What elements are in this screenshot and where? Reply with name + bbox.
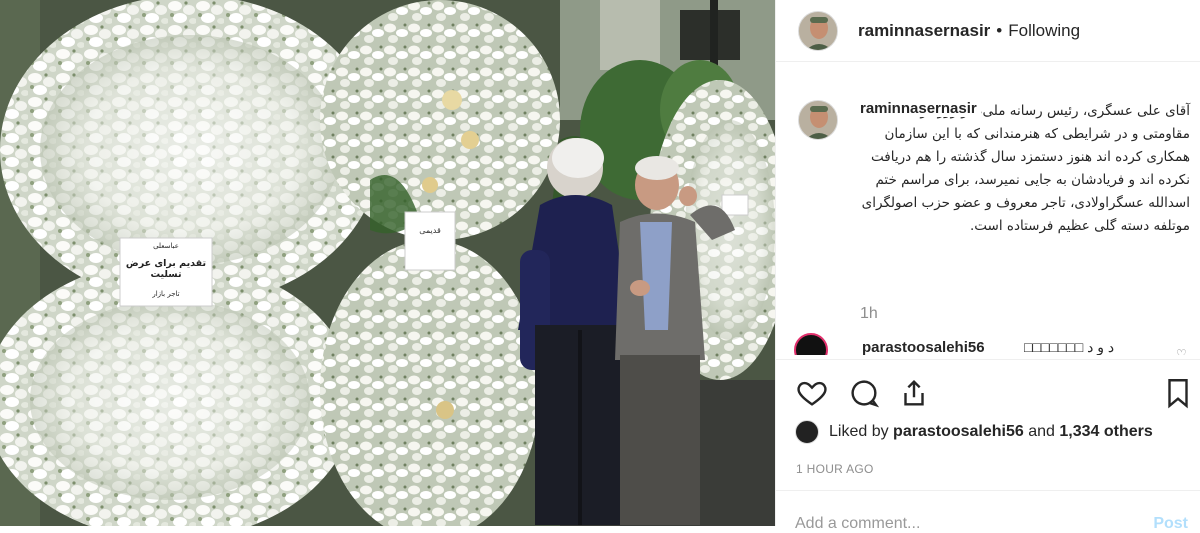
caption-avatar-image: [799, 101, 837, 139]
likes-prefix: Liked by: [829, 423, 894, 440]
heart-icon[interactable]: [795, 376, 829, 410]
commenter-avatar[interactable]: [794, 333, 828, 355]
following-button[interactable]: Following: [1008, 21, 1080, 41]
caption-username[interactable]: raminnasernasir: [860, 100, 981, 117]
post-photo[interactable]: عباسعلی تقدیم برای عرض تسلیت تاجر بازار …: [0, 0, 775, 526]
post-photo-illustration: [0, 0, 775, 526]
commenter-username[interactable]: parastoosalehi56: [862, 339, 985, 355]
wreath-card-left-footer: تاجر بازار: [152, 290, 180, 298]
comment-like-icon[interactable]: ♡: [1176, 347, 1190, 355]
bookmark-icon[interactable]: [1161, 376, 1195, 410]
comment-row: parastoosalehi56 □□□□□□□ د و د ♡: [794, 333, 1194, 355]
caption-time[interactable]: 1h: [860, 305, 878, 323]
caption-body: آقای علی عسگری، رئیس رسانه ملی، در روزگا…: [861, 103, 1190, 234]
wreath-card-mid: قدیمی: [419, 226, 441, 235]
likes-middle: and: [1023, 423, 1060, 440]
share-icon[interactable]: [897, 376, 931, 410]
comment-text: □□□□□□□ د و د: [1024, 339, 1115, 355]
caption-text: آقای علی عسگری، رئیس رسانه ملی، در روزگا…: [860, 100, 1190, 238]
likes-text: Liked by parastoosalehi56 and 1,334 othe…: [829, 423, 1153, 441]
post-header: raminnasernasir • Following: [776, 0, 1200, 62]
author-username[interactable]: raminnasernasir: [858, 21, 990, 41]
post-timestamp[interactable]: 1 HOUR AGO: [796, 462, 874, 476]
wreath-card-left: عباسعلی تقدیم برای عرض تسلیت تاجر بازار: [122, 240, 210, 304]
likes-others-link[interactable]: 1,334 others: [1059, 423, 1152, 440]
likes-line: Liked by parastoosalehi56 and 1,334 othe…: [795, 420, 1153, 444]
comment-icon[interactable]: [847, 376, 881, 410]
caption-avatar[interactable]: [798, 100, 838, 140]
header-separator: •: [996, 20, 1003, 40]
add-comment-bar: Add a comment... Post: [775, 490, 1200, 532]
author-avatar-image: [799, 11, 837, 50]
add-comment-input[interactable]: Add a comment...: [795, 515, 920, 533]
post-side-panel: raminnasernasir • Following آقای علی عسگ…: [775, 0, 1200, 526]
wreath-card-left-title: تقدیم برای عرض تسلیت: [125, 258, 207, 280]
post-comment-button[interactable]: Post: [1153, 515, 1188, 533]
author-avatar[interactable]: [798, 10, 838, 51]
liker-username[interactable]: parastoosalehi56: [893, 423, 1024, 440]
wreath-card-left-small: عباسعلی: [153, 242, 179, 250]
liker-avatar[interactable]: [795, 420, 819, 444]
instagram-post: عباسعلی تقدیم برای عرض تسلیت تاجر بازار …: [0, 0, 1200, 532]
